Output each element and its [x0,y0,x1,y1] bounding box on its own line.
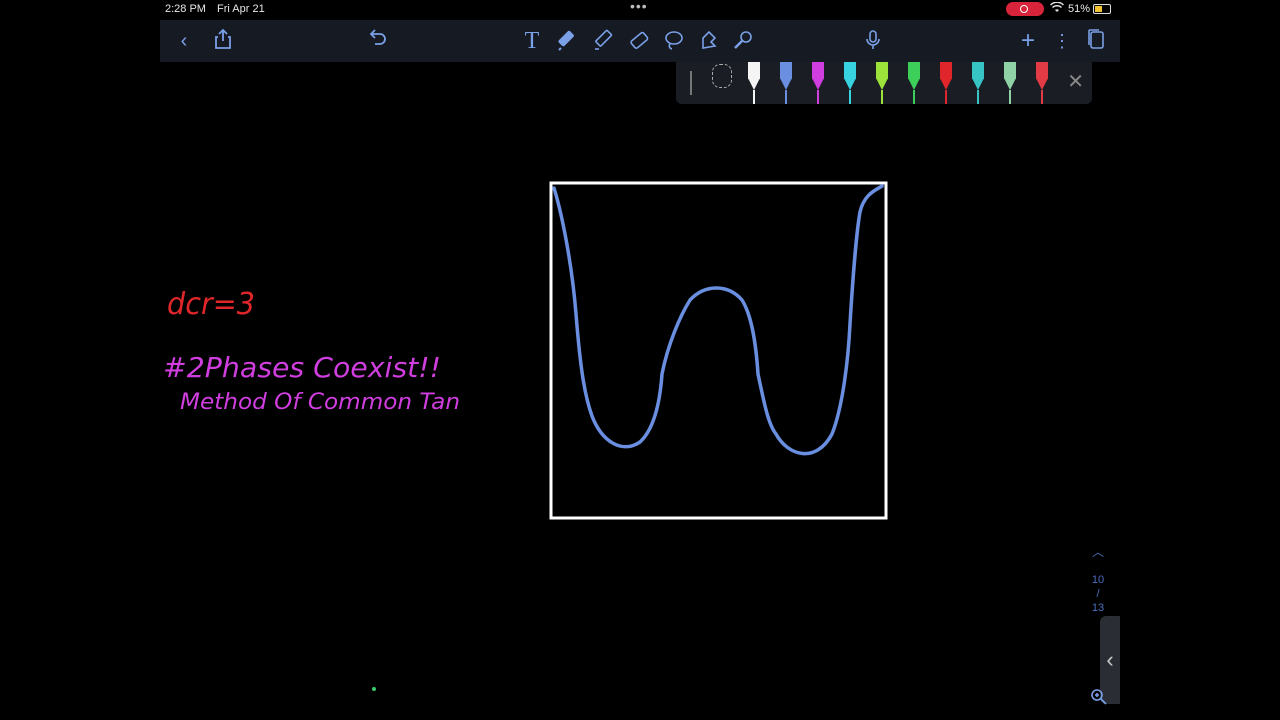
handwritten-phases-coexist: #2Phases Coexist!! [163,351,441,384]
page-up-icon[interactable]: ︿ [1086,545,1110,559]
text-tool-icon[interactable]: T [519,28,545,54]
status-time: 2:28 PM [165,3,206,15]
status-date: Fri Apr 21 [217,3,265,15]
pen-color-swatch[interactable] [970,62,986,104]
pen-color-swatch[interactable] [778,62,794,104]
pen-color-swatch[interactable] [746,62,762,104]
laser-pointer-icon[interactable] [730,28,756,54]
pen-color-swatch[interactable] [906,62,922,104]
zoom-icon[interactable] [1088,688,1110,710]
status-bar: 2:28 PM Fri Apr 21 ••• 51% [160,0,1120,18]
pen-tool-icon[interactable] [556,28,582,54]
pen-bar-grip[interactable] [690,71,692,95]
pen-color-swatch[interactable] [1034,62,1050,104]
battery-percentage: 51% [1068,3,1091,15]
undo-icon[interactable] [364,28,390,54]
double-well-curve [552,184,884,456]
pen-color-swatch[interactable] [842,62,858,104]
pen-color-swatch[interactable] [874,62,890,104]
note-canvas[interactable]: dcr=3 #2Phases Coexist!! Method Of Commo… [160,104,1120,720]
pen-color-swatch[interactable] [1002,62,1018,104]
page-separator: / [1096,588,1100,600]
more-icon[interactable]: ⋮ [1049,28,1075,54]
handwritten-dcr: dcr=3 [167,287,255,322]
pen-color-swatch[interactable] [810,62,826,104]
current-page: 10 [1091,574,1105,586]
ipad-screen: 2:28 PM Fri Apr 21 ••• 51% ‹ T + ⋮ ✕ dcr… [160,0,1120,720]
pages-icon[interactable] [1083,28,1109,54]
battery-icon [1093,4,1111,14]
drawn-frame [549,181,888,520]
stray-ink-dot [372,687,376,691]
handwriting-layer: dcr=3 #2Phases Coexist!! Method Of Commo… [163,181,888,520]
handwritten-method-common-tan: Method Of Common Tan [180,390,460,415]
wifi-icon [1049,1,1065,16]
add-page-icon[interactable]: + [1015,28,1041,54]
pen-color-swatch[interactable] [938,62,954,104]
close-pen-bar-icon[interactable]: ✕ [1067,72,1084,92]
lasso-icon[interactable] [661,28,687,54]
eraser-icon[interactable] [626,28,652,54]
lasso-pen-icon[interactable] [712,64,732,88]
pen-color-bar: ✕ [676,62,1092,104]
shape-tool-icon[interactable] [696,28,722,54]
total-pages: 13 [1091,602,1105,614]
back-icon[interactable]: ‹ [171,28,197,54]
multitasking-dots-icon[interactable]: ••• [630,0,648,14]
screen-recording-icon [1006,2,1044,16]
share-icon[interactable] [210,28,236,54]
highlighter-icon[interactable] [591,28,617,54]
microphone-icon[interactable] [860,28,886,54]
top-toolbar: ‹ T + ⋮ [160,20,1120,62]
page-indicator[interactable]: ︿ 10 / 13 [1086,545,1110,615]
